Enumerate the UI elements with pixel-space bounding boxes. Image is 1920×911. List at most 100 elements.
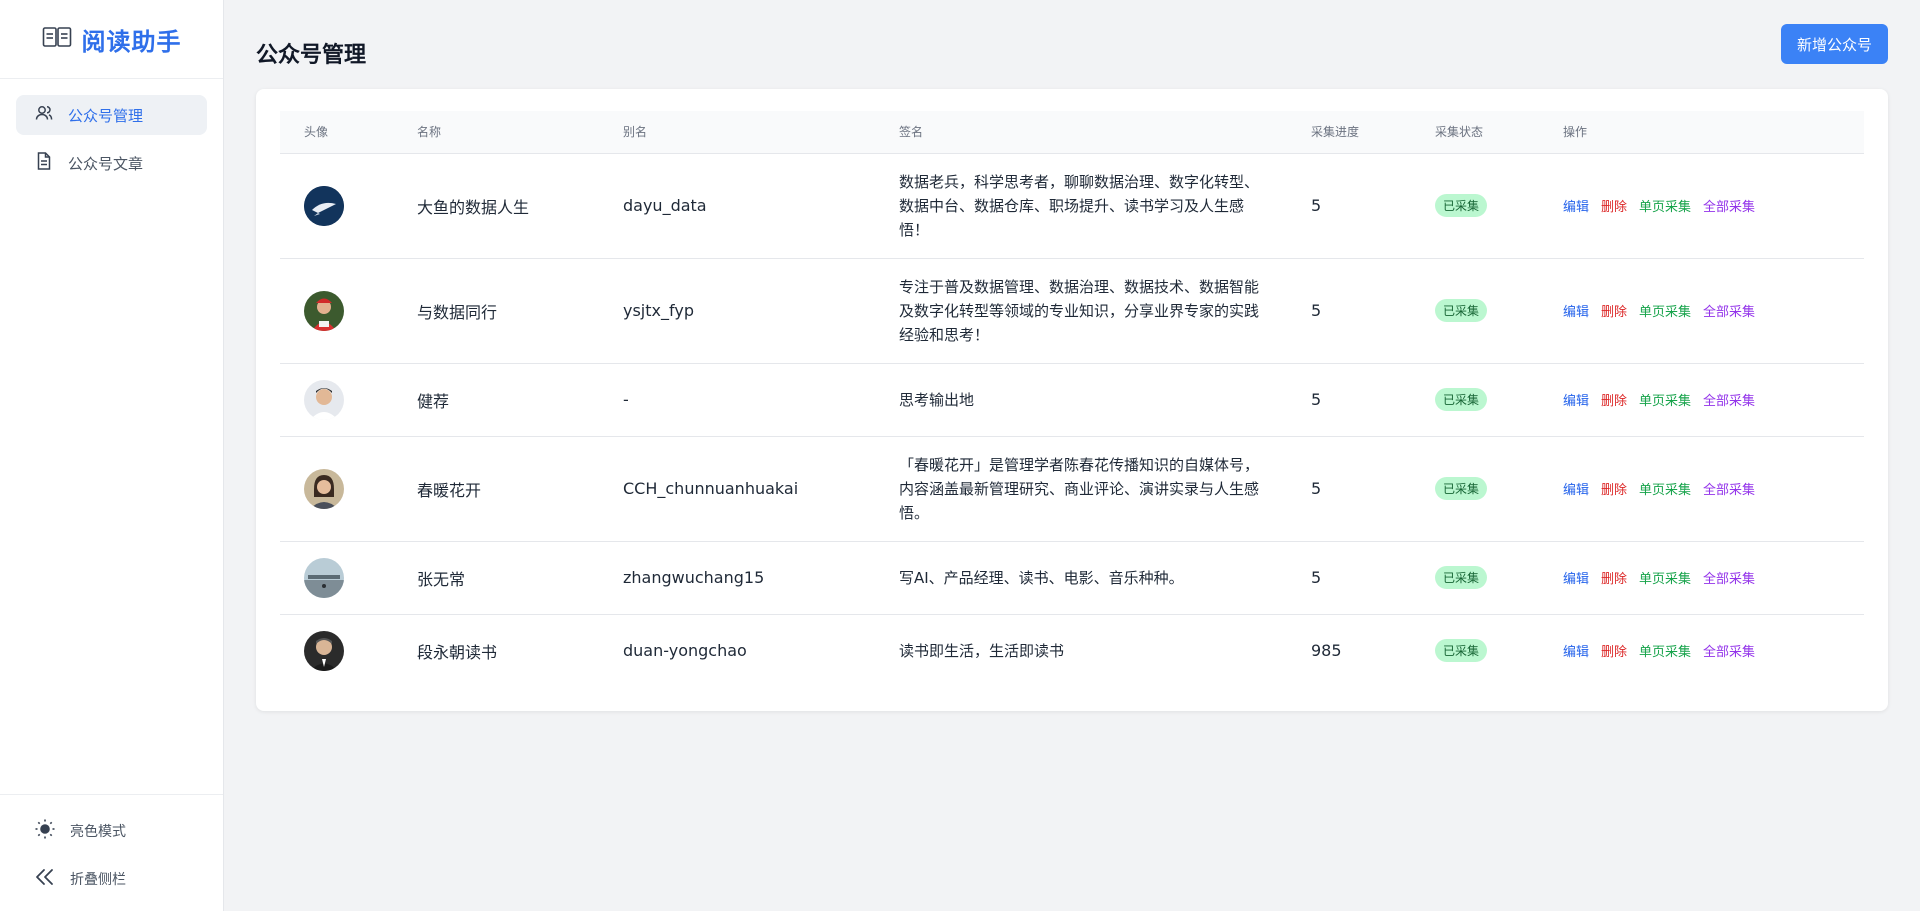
avatar [304,290,344,331]
account-alias: duan-yongchao [623,641,747,661]
account-alias: dayu_data [599,153,875,259]
account-name: 与数据同行 [393,258,599,364]
status-badge: 已采集 [1435,388,1488,411]
avatar [304,630,344,671]
collect-progress: 5 [1287,436,1411,542]
sidebar-item-articles[interactable]: 公众号文章 [16,143,207,183]
table-row: 健荐 - 思考输出地 5 已采集 编辑 删除 单页采集 全部采集 [280,363,1864,437]
account-signature: 读书即生活，生活即读书 [899,641,1065,660]
delete-link[interactable]: 删除 [1601,479,1627,498]
sidebar-item-account-management[interactable]: 公众号管理 [16,95,207,135]
table-row: 与数据同行 ysjtx_fyp 专注于普及数据管理、数据治理、数据技术、数据智能… [280,258,1864,364]
row-actions: 编辑 删除 单页采集 全部采集 [1563,196,1840,215]
table-row: 春暖花开 CCH_chunnuanhuakai 「春暖花开」是管理学者陈春花传播… [280,436,1864,542]
edit-link[interactable]: 编辑 [1563,479,1589,498]
row-actions: 编辑 删除 单页采集 全部采集 [1563,479,1840,498]
edit-link[interactable]: 编辑 [1563,390,1589,409]
app-title: 阅读助手 [81,27,182,56]
account-signature: 「春暖花开」是管理学者陈春花传播知识的自媒体号，内容涵盖最新管理研究、商业评论、… [875,436,1287,542]
row-actions: 编辑 删除 单页采集 全部采集 [1563,390,1840,409]
account-signature: 专注于普及数据管理、数据治理、数据技术、数据智能及数字化转型等领域的专业知识，分… [875,258,1287,364]
account-signature: 思考输出地 [875,363,1287,437]
row-actions: 编辑 删除 单页采集 全部采集 [1563,568,1840,587]
single-page-collect-link[interactable]: 单页采集 [1639,641,1691,660]
status-badge: 已采集 [1435,566,1488,589]
row-actions: 编辑 删除 单页采集 全部采集 [1563,301,1840,320]
single-page-collect-link[interactable]: 单页采集 [1639,479,1691,498]
accounts-table-card: 头像 名称 别名 签名 采集进度 采集状态 操作 大鱼的数据人生 dayu_da… [256,89,1888,711]
brand: 阅读助手 [0,0,223,79]
table-row: 张无常 zhangwuchang15 写AI、产品经理、读书、电影、音乐种种。 … [280,541,1864,615]
page-title: 公众号管理 [256,42,367,68]
sidebar-nav: 公众号管理 公众号文章 [0,79,223,183]
account-name: 段永朝读书 [417,642,498,662]
account-signature: 数据老兵，科学思考者，聊聊数据治理、数字化转型、数据中台、数据仓库、职场提升、读… [875,153,1287,259]
table-row: 大鱼的数据人生 dayu_data 数据老兵，科学思考者，聊聊数据治理、数字化转… [280,153,1864,259]
collect-all-link[interactable]: 全部采集 [1703,641,1755,660]
account-alias: zhangwuchang15 [599,541,875,615]
main-content: 公众号管理 新增公众号 头像 名称 别名 签名 采集进度 采集状态 操作 大鱼的… [224,0,1920,911]
collect-all-link[interactable]: 全部采集 [1703,479,1755,498]
account-signature: 写AI、产品经理、读书、电影、音乐种种。 [875,541,1287,615]
avatar [304,185,344,226]
collapse-label: 折叠侧栏 [70,872,126,888]
document-icon [34,151,54,175]
column-header-status: 采集状态 [1411,111,1539,154]
row-actions: 编辑 删除 单页采集 全部采集 [1563,641,1840,660]
delete-link[interactable]: 删除 [1601,568,1627,587]
edit-link[interactable]: 编辑 [1563,641,1589,660]
sun-icon [34,818,56,844]
light-mode-label: 亮色模式 [70,824,126,840]
users-icon [34,103,54,127]
collapse-sidebar-button[interactable]: 折叠侧栏 [16,859,207,899]
table-row: 段永朝读书 duan-yongchao 读书即生活，生活即读书 985 已采集 … [280,614,1864,687]
single-page-collect-link[interactable]: 单页采集 [1639,568,1691,587]
sidebar-footer: 亮色模式 折叠侧栏 [0,794,223,911]
status-badge: 已采集 [1435,477,1488,500]
single-page-collect-link[interactable]: 单页采集 [1639,390,1691,409]
book-icon [42,25,72,53]
delete-link[interactable]: 删除 [1601,196,1627,215]
edit-link[interactable]: 编辑 [1563,301,1589,320]
collect-all-link[interactable]: 全部采集 [1703,301,1755,320]
column-header-actions: 操作 [1539,111,1864,154]
sidebar-item-label: 公众号文章 [68,154,144,173]
single-page-collect-link[interactable]: 单页采集 [1639,196,1691,215]
status-badge: 已采集 [1435,639,1488,663]
status-badge: 已采集 [1435,299,1488,322]
sidebar-item-label: 公众号管理 [68,106,144,125]
account-alias: ysjtx_fyp [599,258,875,364]
collect-all-link[interactable]: 全部采集 [1703,568,1755,587]
collect-progress: 985 [1311,641,1342,661]
sidebar: 阅读助手 公众号管理 公众号文章 亮色模式 折叠侧栏 [0,0,224,911]
account-name: 春暖花开 [393,436,599,542]
account-alias: CCH_chunnuanhuakai [599,436,875,542]
light-mode-toggle[interactable]: 亮色模式 [16,811,207,851]
account-name: 大鱼的数据人生 [393,153,599,259]
edit-link[interactable]: 编辑 [1563,568,1589,587]
delete-link[interactable]: 删除 [1601,301,1627,320]
collect-all-link[interactable]: 全部采集 [1703,196,1755,215]
column-header-signature: 签名 [875,111,1287,154]
avatar [304,557,344,598]
collapse-icon [34,866,56,892]
column-header-alias: 别名 [599,111,875,154]
status-badge: 已采集 [1435,194,1488,217]
delete-link[interactable]: 删除 [1601,390,1627,409]
delete-link[interactable]: 删除 [1601,641,1627,660]
account-alias: - [599,363,875,437]
collect-all-link[interactable]: 全部采集 [1703,390,1755,409]
edit-link[interactable]: 编辑 [1563,196,1589,215]
collect-progress: 5 [1287,541,1411,615]
column-header-progress: 采集进度 [1287,111,1411,154]
account-name: 张无常 [393,541,599,615]
column-header-avatar: 头像 [280,111,393,154]
single-page-collect-link[interactable]: 单页采集 [1639,301,1691,320]
collect-progress: 5 [1287,258,1411,364]
avatar [304,379,344,420]
page-header: 公众号管理 新增公众号 [256,0,1888,89]
collect-progress: 5 [1287,363,1411,437]
add-account-button[interactable]: 新增公众号 [1780,24,1888,64]
column-header-name: 名称 [393,111,599,154]
account-name: 健荐 [393,363,599,437]
